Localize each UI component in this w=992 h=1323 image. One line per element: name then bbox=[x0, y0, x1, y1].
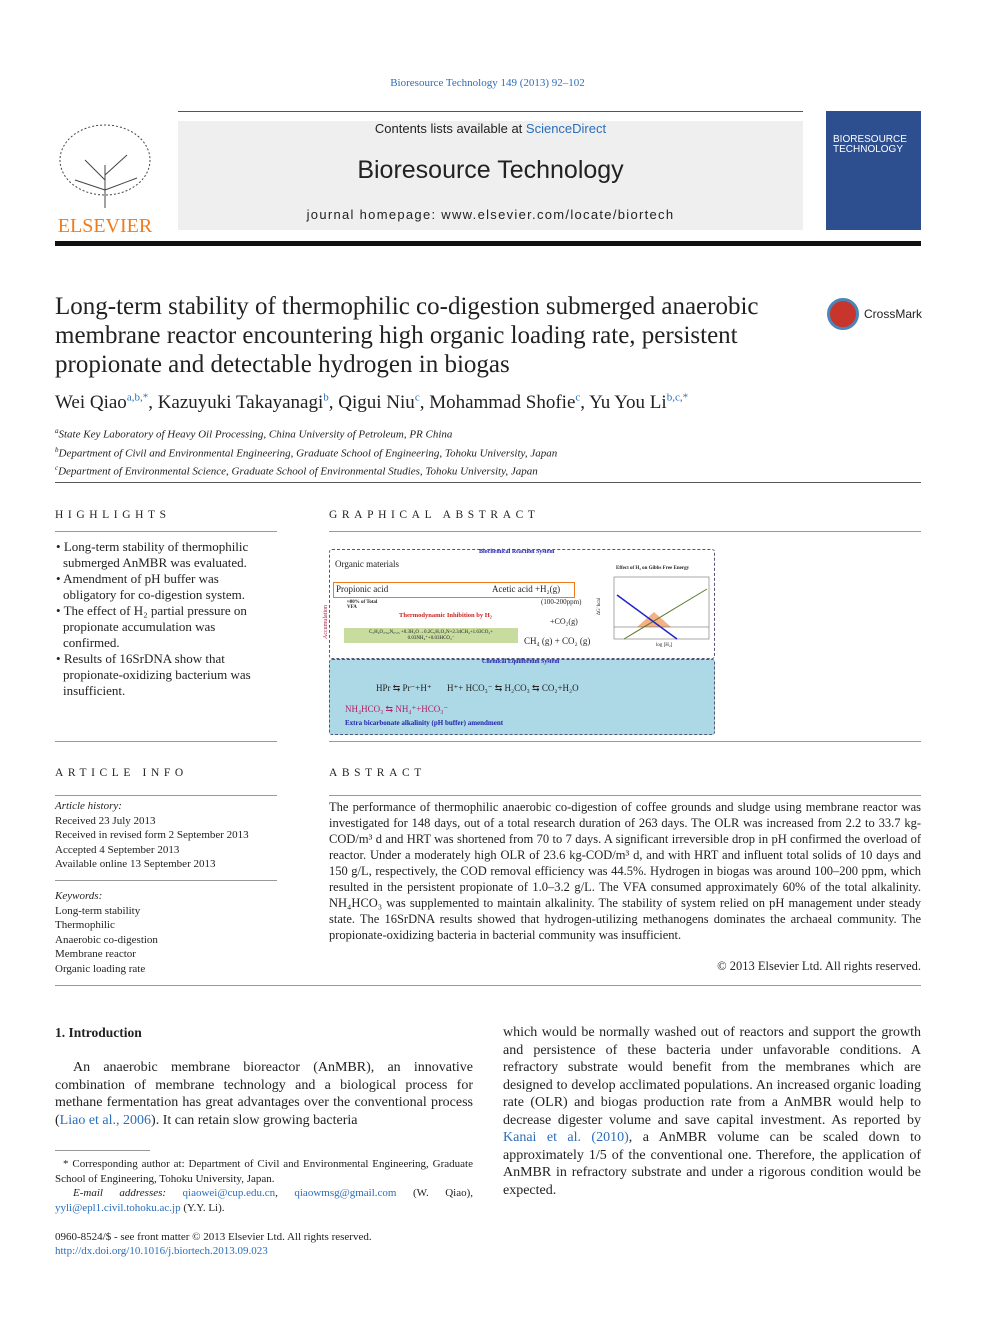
crossmark-button[interactable]: CrossMark bbox=[827, 298, 922, 330]
history-label: Article history: bbox=[55, 800, 122, 812]
issn-line: 0960-8524/$ - see front matter © 2013 El… bbox=[55, 1231, 372, 1243]
history-item: Available online 13 September 2013 bbox=[55, 858, 216, 870]
keywords: Keywords: Long-term stability Thermophili… bbox=[55, 889, 158, 976]
author[interactable]: Qigui Niuc, bbox=[338, 392, 429, 413]
affiliation: bDepartment of Civil and Environmental E… bbox=[55, 445, 558, 460]
affiliations: aState Key Laboratory of Heavy Oil Proce… bbox=[55, 424, 557, 480]
history-item: Received in revised form 2 September 201… bbox=[55, 829, 249, 841]
author-list: Wei Qiaoa,b,*, Kazuyuki Takayanagib, Qig… bbox=[55, 392, 688, 414]
journal-banner: Contents lists available at ScienceDirec… bbox=[178, 121, 803, 230]
amendment-label: Extra bicarbonate alkalinity (pH buffer)… bbox=[345, 719, 504, 727]
highlight-item: • Amendment of pH buffer was obligatory … bbox=[56, 571, 245, 602]
acetic-label: Acetic acid +H₂(g) bbox=[492, 584, 561, 594]
corresponding-author: * Corresponding author at: Department of… bbox=[55, 1158, 473, 1185]
mini-chart-title: Effect of H₂ on Gibbs Free Energy bbox=[616, 566, 690, 571]
doi-link[interactable]: http://dx.doi.org/10.1016/j.biortech.201… bbox=[55, 1245, 268, 1257]
journal-reference[interactable]: Bioresource Technology 149 (2013) 92–102 bbox=[0, 77, 975, 89]
citation-liao-2006[interactable]: Liao et al., 2006 bbox=[60, 1113, 151, 1128]
author[interactable]: Yu You Lib,c,* bbox=[589, 392, 688, 413]
chem-system-label: Chemical Equilibrium System bbox=[482, 659, 560, 665]
equilibrium-1: HPr ⇆ Pr⁻+H⁺ bbox=[376, 683, 432, 693]
vfa-label: ≈80% of Total VFA bbox=[347, 600, 378, 610]
crossmark-icon bbox=[827, 298, 859, 330]
email-owner: (W. Qiao), bbox=[396, 1187, 473, 1199]
keyword-item: Anaerobic co-digestion bbox=[55, 933, 158, 946]
mini-chart-xlabel: log [H₂] bbox=[656, 643, 673, 648]
email-link[interactable]: qiaowei@cup.edu.cn bbox=[183, 1187, 276, 1199]
author[interactable]: Wei Qiaoa,b,*, bbox=[55, 392, 158, 413]
products-label: CH₄ (g) + CO₂ (g) bbox=[524, 636, 591, 646]
intro-paragraph-col2: which would be normally washed out of re… bbox=[503, 1024, 921, 1199]
affiliation: cDepartment of Environmental Science, Gr… bbox=[55, 464, 538, 478]
keyword-item: Membrane reactor bbox=[55, 948, 136, 960]
bio-system-label: Biochemical Reaction System bbox=[479, 549, 555, 555]
organic-label: Organic materials bbox=[335, 559, 400, 569]
abstract-text: The performance of thermophilic anaerobi… bbox=[329, 800, 921, 942]
publisher-name: ELSEVIER bbox=[57, 215, 153, 237]
email-owner: (Y.Y. Li). bbox=[180, 1201, 225, 1214]
email-link[interactable]: qiaowmsg@gmail.com bbox=[294, 1187, 396, 1199]
elsevier-logo: ELSEVIER bbox=[55, 120, 155, 237]
keyword-item: Thermophilic bbox=[55, 919, 115, 931]
equilibrium-2: H⁺+ HCO₃⁻ ⇆ H₂CO₃ ⇆ CO₂+H₂O bbox=[447, 683, 579, 693]
email-link[interactable]: yyli@epl1.civil.tohoku.ac.jp bbox=[55, 1202, 181, 1214]
affiliation: aState Key Laboratory of Heavy Oil Proce… bbox=[55, 427, 453, 441]
journal-cover: BIORESOURCE TECHNOLOGY bbox=[826, 111, 921, 230]
highlight-item: • Long-term stability of thermophilic su… bbox=[56, 539, 249, 570]
footnote: * Corresponding author at: Department of… bbox=[55, 1158, 473, 1214]
abstract-copyright: © 2013 Elsevier Ltd. All rights reserved… bbox=[717, 959, 921, 973]
propionic-label: Propionic acid bbox=[336, 584, 389, 594]
co2-label: +CO₂(g) bbox=[550, 617, 578, 626]
highlight-item: • Results of 16SrDNA show that propionat… bbox=[56, 651, 251, 698]
journal-title: Bioresource Technology bbox=[357, 156, 624, 184]
highlight-item: • The effect of H₂ partial pressure on p… bbox=[56, 603, 247, 650]
elsevier-tree-icon bbox=[59, 124, 151, 208]
citation-kanai-2010[interactable]: Kanai et al. (2010) bbox=[503, 1130, 629, 1145]
keywords-label: Keywords: bbox=[55, 890, 103, 902]
inhibition-label: Thermodynamic Inhibition by H₂ bbox=[399, 612, 492, 619]
intro-text: ). It can retain slow growing bacteria bbox=[151, 1112, 358, 1128]
author[interactable]: Mohammad Shofiec, bbox=[429, 392, 589, 413]
highlights-list: • Long-term stability of thermophilic su… bbox=[55, 539, 275, 699]
article-history: Article history: Received 23 July 2013 Re… bbox=[55, 799, 249, 872]
highlights-heading: HIGHLIGHTS bbox=[55, 509, 171, 521]
ppm-label: (100-200ppm) bbox=[541, 598, 582, 606]
article-info-heading: ARTICLE INFO bbox=[55, 767, 188, 779]
mini-chart-ylabel: ΔG' kcal bbox=[597, 597, 603, 616]
introduction-heading: 1. Introduction bbox=[55, 1025, 142, 1040]
gibbs-energy-mini-chart bbox=[613, 576, 710, 640]
history-item: Accepted 4 September 2013 bbox=[55, 843, 180, 856]
journal-homepage[interactable]: journal homepage: www.elsevier.com/locat… bbox=[178, 207, 803, 222]
intro-paragraph-1: An anaerobic membrane bioreactor (AnMBR)… bbox=[55, 1059, 473, 1129]
contents-label: Contents lists available at bbox=[374, 121, 526, 136]
abstract-heading: ABSTRACT bbox=[329, 767, 426, 779]
reaction-equation: C₅H₉O₂.₆₂N₀.₂₃ +0.3H₂O→0.2C₅H₇O₂N+2.34CH… bbox=[344, 628, 518, 643]
graphical-abstract-heading: GRAPHICAL ABSTRACT bbox=[329, 509, 540, 521]
crossmark-label: CrossMark bbox=[864, 307, 923, 321]
history-item: Received 23 July 2013 bbox=[55, 814, 156, 827]
equilibrium-3: NH₄HCO₃ ⇆ NH₄⁺+HCO₃⁻ bbox=[345, 704, 449, 714]
sciencedirect-link[interactable]: ScienceDirect bbox=[526, 121, 606, 136]
article-title: Long-term stability of thermophilic co-d… bbox=[55, 293, 759, 378]
intro-text: which would be normally washed out of re… bbox=[503, 1025, 921, 1128]
email-label: E-mail addresses: bbox=[73, 1187, 183, 1199]
keyword-item: Organic loading rate bbox=[55, 962, 146, 975]
cover-title: BIORESOURCE TECHNOLOGY bbox=[833, 134, 907, 155]
keyword-item: Long-term stability bbox=[55, 904, 141, 917]
graphical-abstract-figure: Biochemical Reaction System Organic mate… bbox=[323, 549, 715, 735]
accumulation-label: Accumulation bbox=[323, 605, 329, 639]
author[interactable]: Kazuyuki Takayanagib, bbox=[158, 392, 339, 413]
